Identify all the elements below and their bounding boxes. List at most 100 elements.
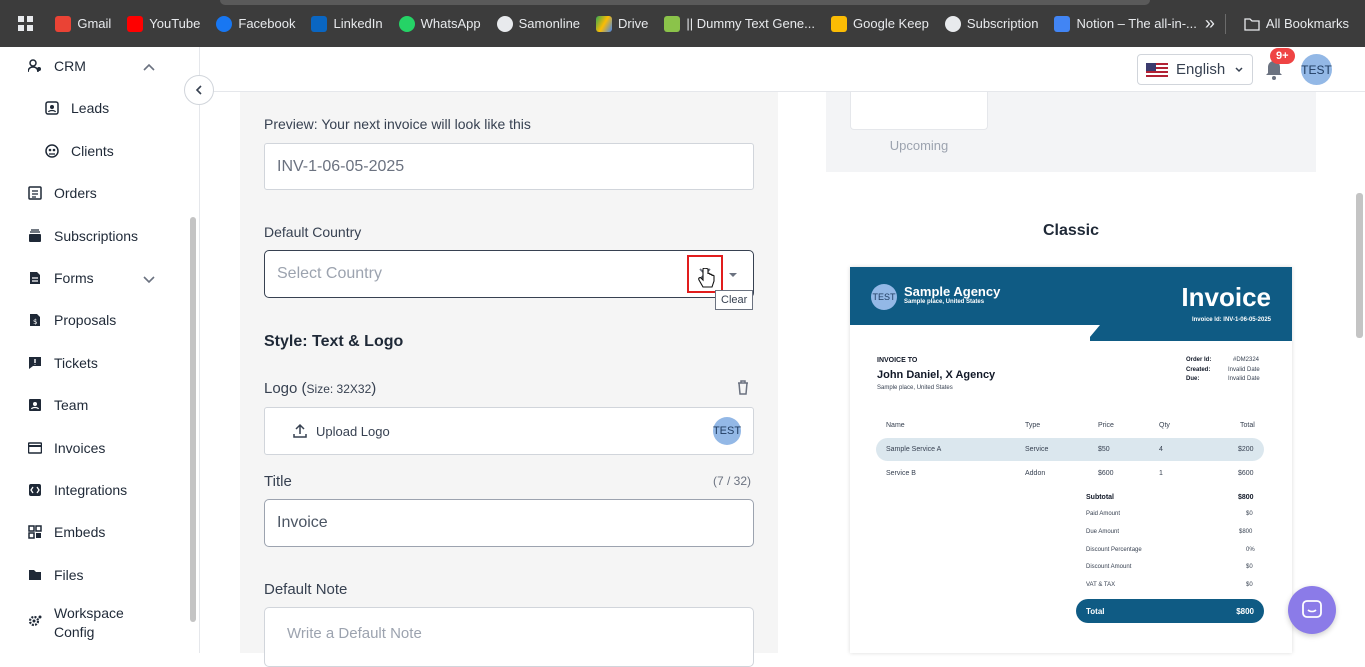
- user-avatar[interactable]: TEST: [1301, 54, 1332, 85]
- template-upcoming-card[interactable]: Upcoming: [826, 92, 1316, 172]
- row2-qty: 1: [1159, 470, 1163, 477]
- col-qty: Qty: [1159, 422, 1170, 429]
- bookmark-notion[interactable]: Notion – The all-in-...: [1046, 10, 1204, 38]
- apps-grid-icon[interactable]: [8, 10, 43, 38]
- crm-icon: [28, 59, 42, 73]
- client-place: Sample place, United States: [877, 385, 953, 391]
- title-char-counter: (7 / 32): [713, 474, 752, 488]
- bookmark-subscription[interactable]: Subscription: [937, 10, 1047, 38]
- sidebar-item-leads[interactable]: Leads: [45, 100, 109, 116]
- bookmark-google-keep[interactable]: Google Keep: [823, 10, 937, 38]
- sidebar-item-subscriptions[interactable]: Subscriptions: [28, 228, 138, 244]
- row1-price: $50: [1098, 446, 1110, 453]
- row2-price: $600: [1098, 470, 1114, 477]
- trash-icon[interactable]: [737, 380, 749, 395]
- default-note-textarea[interactable]: Write a Default Note: [264, 607, 754, 667]
- discount-amount-label: Discount Amount: [1086, 564, 1132, 570]
- bookmark-youtube[interactable]: YouTube: [119, 10, 208, 38]
- col-type: Type: [1025, 422, 1041, 429]
- subtotal-value: $800: [1238, 494, 1254, 501]
- collapse-sidebar-button[interactable]: [184, 75, 214, 105]
- chevron-down-icon: [1235, 66, 1243, 72]
- agency-name: Sample Agency: [904, 284, 1001, 299]
- bookmark-linkedin[interactable]: LinkedIn: [303, 10, 390, 38]
- paid-amount-label: Paid Amount: [1086, 511, 1121, 517]
- tickets-icon: [28, 356, 42, 370]
- keep-icon: [831, 15, 848, 32]
- folder-icon: [1244, 17, 1260, 31]
- invoice-number-preview: INV-1-06-05-2025: [264, 143, 754, 190]
- browser-tab-strip: [220, 0, 1150, 5]
- title-label: Title: [264, 473, 292, 490]
- chevron-up-icon[interactable]: [142, 60, 156, 74]
- sidebar-item-embeds[interactable]: Embeds: [28, 524, 105, 540]
- youtube-icon: [127, 15, 144, 32]
- whatsapp-icon: [398, 15, 415, 32]
- linkedin-icon: [311, 15, 328, 32]
- sidebar-item-crm[interactable]: CRM: [28, 58, 86, 74]
- bookmark-drive[interactable]: Drive: [588, 10, 656, 38]
- row1-qty: 4: [1159, 446, 1163, 453]
- sidebar: CRM Leads Clients Orders Subscriptions F…: [0, 47, 200, 653]
- agency-place: Sample place, United States: [904, 299, 985, 305]
- invoice-header-cut-edge: [850, 325, 1100, 345]
- sidebar-item-tickets[interactable]: Tickets: [28, 355, 98, 371]
- logo-size-hint: Size: 32X32: [306, 382, 372, 396]
- title-input[interactable]: Invoice: [264, 499, 754, 547]
- subtotal-label: Subtotal: [1086, 494, 1114, 501]
- vat-tax-label: VAT & TAX: [1086, 582, 1116, 588]
- globe-icon: [496, 15, 513, 32]
- discount-pct-label: Discount Percentage: [1086, 547, 1142, 553]
- gmail-icon: [55, 15, 72, 32]
- language-select[interactable]: English: [1137, 54, 1253, 85]
- hand-cursor-icon: [698, 268, 715, 288]
- upload-logo-field[interactable]: Upload Logo TEST: [264, 407, 754, 455]
- agency-logo: TEST: [871, 284, 897, 310]
- sidebar-item-forms[interactable]: Forms: [28, 270, 94, 286]
- bookmark-facebook[interactable]: Facebook: [208, 10, 303, 38]
- sidebar-item-orders[interactable]: Orders: [28, 185, 97, 201]
- chat-icon: [1302, 600, 1322, 618]
- bookmark-samonline[interactable]: Samonline: [489, 10, 588, 38]
- more-bookmarks-button[interactable]: »: [1205, 13, 1215, 34]
- all-bookmarks-button[interactable]: All Bookmarks: [1236, 10, 1357, 38]
- preview-label: Preview: Your next invoice will look lik…: [264, 116, 531, 132]
- upload-icon: [293, 423, 307, 438]
- clients-icon: [45, 144, 59, 158]
- us-flag-icon: [1146, 62, 1168, 77]
- main-content: Preview: Your next invoice will look lik…: [216, 92, 1365, 667]
- client-name: John Daniel, X Agency: [877, 369, 996, 381]
- chat-support-button[interactable]: [1288, 586, 1336, 634]
- chevron-down-icon[interactable]: [142, 272, 156, 286]
- due-amount-value: $800: [1239, 529, 1253, 535]
- col-price: Price: [1098, 422, 1114, 429]
- invoice-preview-classic[interactable]: TEST Sample Agency Sample place, United …: [850, 267, 1292, 653]
- country-select[interactable]: Select Country: [264, 250, 754, 298]
- leads-icon: [45, 101, 59, 115]
- col-total: Total: [1240, 422, 1255, 429]
- invoice-id: Invoice Id: INV-1-06-05-2025: [1191, 317, 1271, 323]
- notion-icon: [1054, 15, 1071, 32]
- sidebar-item-team[interactable]: Team: [28, 397, 88, 413]
- sidebar-item-integrations[interactable]: Integrations: [28, 482, 127, 498]
- invoice-to-label: INVOICE TO: [877, 357, 918, 364]
- sidebar-item-files[interactable]: Files: [28, 567, 84, 583]
- bookmark-gmail[interactable]: Gmail: [47, 10, 119, 38]
- globe-icon: [944, 15, 961, 32]
- notification-badge: 9+: [1270, 48, 1295, 64]
- workspace-label: Workspace: [54, 605, 124, 621]
- bookmark-dummy-text[interactable]: || Dummy Text Gene...: [656, 10, 823, 38]
- sidebar-scrollbar[interactable]: [190, 217, 196, 622]
- dummy-text-icon: [664, 15, 681, 32]
- sidebar-item-clients[interactable]: Clients: [45, 143, 114, 159]
- sidebar-item-workspace-config[interactable]: Workspace Config: [28, 604, 124, 642]
- page-scrollbar[interactable]: [1356, 193, 1363, 338]
- forms-icon: [28, 271, 42, 285]
- col-name: Name: [886, 422, 905, 429]
- bookmark-whatsapp[interactable]: WhatsApp: [391, 10, 489, 38]
- facebook-icon: [216, 15, 233, 32]
- sidebar-item-proposals[interactable]: $ Proposals: [28, 312, 116, 328]
- caret-down-icon[interactable]: [727, 269, 739, 281]
- sidebar-item-invoices[interactable]: Invoices: [28, 440, 105, 456]
- upcoming-thumbnail: [850, 92, 988, 130]
